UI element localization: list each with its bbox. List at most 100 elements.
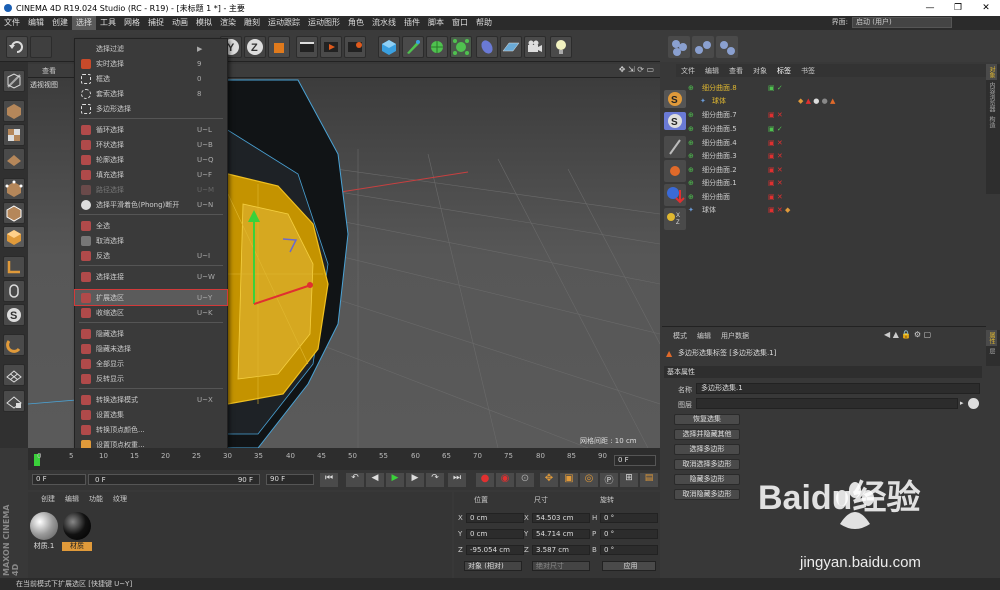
axis-mode-icon[interactable] — [3, 256, 25, 278]
select-polygons-button[interactable]: 选择多边形 — [674, 444, 740, 455]
attrtab-mode[interactable]: 模式 — [668, 331, 692, 341]
object-row[interactable]: ✦ 球体 ◆ ▲ ● ● ▲ — [700, 94, 990, 107]
prev-key-icon[interactable]: ↶ — [346, 473, 364, 487]
knife-icon[interactable] — [664, 136, 686, 158]
menu-item-invert-selection[interactable]: 反选 U~I — [75, 248, 227, 263]
sphere-group-icon[interactable] — [692, 36, 714, 58]
side-tab-objects[interactable]: 对象 — [986, 64, 997, 80]
edges-mode-icon[interactable] — [3, 202, 25, 224]
menu-mograph[interactable]: 运动图形 — [304, 16, 344, 30]
size-y-field[interactable]: 54.714 cm — [532, 529, 590, 539]
menu-motion-tracking[interactable]: 运动跟踪 — [264, 16, 304, 30]
record-keys-icon[interactable]: ● — [476, 473, 494, 487]
render-picture-viewer-button[interactable] — [320, 36, 342, 58]
menu-item-phong-break-selection[interactable]: 选择平滑着色(Phong)断开 U~N — [75, 197, 227, 212]
magnet-icon[interactable] — [3, 334, 25, 356]
rot-h-field[interactable]: 0 ° — [600, 513, 658, 523]
menu-render[interactable]: 渲染 — [216, 16, 240, 30]
menu-script[interactable]: 脚本 — [424, 16, 448, 30]
object-row[interactable]: ⊕ 细分曲面 ▣ ✕ — [688, 190, 978, 203]
side-tab-layers[interactable]: 层 — [986, 346, 997, 356]
menu-pipeline[interactable]: 流水线 — [368, 16, 400, 30]
menu-item-ring-selection[interactable]: 环状选择 U~B — [75, 137, 227, 152]
layer-field[interactable] — [696, 398, 958, 409]
mattab-edit[interactable]: 编辑 — [60, 494, 84, 504]
menu-item-convert-selection[interactable]: 转换选择模式 U~X — [75, 392, 227, 407]
light-object-button[interactable] — [550, 36, 572, 58]
object-row[interactable]: ⊕ 细分曲面.7 ▣ ✕ — [688, 108, 978, 121]
name-field[interactable]: 多边形选集.1 — [696, 383, 980, 394]
next-frame-icon[interactable]: ▶ — [406, 473, 424, 487]
mattab-texture[interactable]: 纹理 — [108, 494, 132, 504]
menu-snap[interactable]: 捕捉 — [144, 16, 168, 30]
scale-key-icon[interactable]: ▣ — [560, 473, 578, 487]
menu-plugins[interactable]: 插件 — [400, 16, 424, 30]
object-row[interactable]: ✦ 球体 ▣ ✕ ◆ — [688, 203, 978, 216]
menu-item-path-selection[interactable]: 路径选择 U~M — [75, 182, 227, 197]
menu-item-grow-selection[interactable]: 扩展选区 U~Y — [74, 289, 228, 306]
menu-select[interactable]: 选择 — [72, 16, 96, 30]
menu-tools[interactable]: 工具 — [96, 16, 120, 30]
pos-z-field[interactable]: -95.054 cm — [466, 545, 524, 555]
menu-item-select-all[interactable]: 全选 — [75, 218, 227, 233]
subdivision-surface-button[interactable] — [426, 36, 448, 58]
objtab-file[interactable]: 文件 — [676, 66, 700, 76]
workplane-mode-icon[interactable] — [3, 148, 25, 170]
rot-b-field[interactable]: 0 ° — [600, 545, 658, 555]
undo-button[interactable] — [6, 36, 28, 58]
render-settings-button[interactable] — [344, 36, 366, 58]
timeline-window-icon[interactable]: ▤ — [640, 473, 658, 487]
redo-button[interactable] — [30, 36, 52, 58]
points-mode-icon[interactable] — [3, 178, 25, 200]
xyz-axis-icon[interactable]: XZ — [664, 208, 686, 230]
objtab-view[interactable]: 查看 — [724, 66, 748, 76]
sphere-spline-icon[interactable] — [716, 36, 738, 58]
menu-item-loop-selection[interactable]: 循环选择 U~L — [75, 122, 227, 137]
pos-y-field[interactable]: 0 cm — [466, 529, 524, 539]
floor-object-button[interactable] — [500, 36, 522, 58]
make-editable-icon[interactable] — [3, 70, 25, 92]
restore-selection-button[interactable]: 恢复选集 — [674, 414, 740, 425]
side-tab-structure[interactable]: 构造 — [986, 114, 997, 130]
start-frame-field[interactable]: 0 F — [32, 474, 86, 485]
object-row[interactable]: ⊕ 细分曲面.2 ▣ ✕ — [688, 163, 978, 176]
size-mode-select[interactable]: 绝对尺寸 — [532, 561, 590, 571]
menu-animate[interactable]: 动画 — [168, 16, 192, 30]
menu-item-live-selection[interactable]: 实时选择 9 — [75, 56, 227, 71]
menu-item-deselect-all[interactable]: 取消选择 — [75, 233, 227, 248]
object-row[interactable]: ⊕ 细分曲面.4 ▣ ✕ — [688, 136, 978, 149]
menu-edit[interactable]: 编辑 — [24, 16, 48, 30]
coordinate-system-button[interactable] — [268, 36, 290, 58]
attrtab-edit[interactable]: 编辑 — [692, 331, 716, 341]
maximize-icon[interactable]: ❐ — [944, 0, 972, 16]
material-swatch[interactable] — [30, 512, 58, 540]
menu-mesh[interactable]: 网格 — [120, 16, 144, 30]
attr-nav-icons[interactable]: ◀ ▲ 🔒 ⚙ ▢ — [884, 330, 931, 339]
layer-picker-icon[interactable] — [968, 398, 979, 409]
model-mode-icon[interactable] — [3, 100, 25, 122]
rotate-key-icon[interactable]: ◎ — [580, 473, 598, 487]
keyframe-selection-icon[interactable]: ⊙ — [516, 473, 534, 487]
object-row[interactable]: ⊕ 细分曲面.8 ▣ ✓ — [688, 81, 978, 94]
mattab-create[interactable]: 创建 — [36, 494, 60, 504]
material-label[interactable]: 材质.1 — [29, 542, 59, 551]
hide-polygons-button[interactable]: 隐藏多边形 — [674, 474, 740, 485]
tweak-mode-icon[interactable] — [3, 280, 25, 302]
close-icon[interactable]: ✕ — [972, 0, 1000, 16]
material-swatch[interactable] — [63, 512, 91, 540]
pos-x-field[interactable]: 0 cm — [466, 513, 524, 523]
layout-select[interactable]: 启动 (用户) — [852, 17, 952, 28]
texture-mode-icon[interactable] — [3, 124, 25, 146]
menu-character[interactable]: 角色 — [344, 16, 368, 30]
sphere-arrow-icon[interactable] — [664, 184, 686, 206]
next-key-icon[interactable]: ↷ — [426, 473, 444, 487]
apply-button[interactable]: 应用 — [602, 561, 656, 571]
menu-item-set-selection[interactable]: 设置选集 — [75, 407, 227, 422]
attrtab-userdata[interactable]: 用户数据 — [716, 331, 754, 341]
minimize-icon[interactable]: — — [916, 0, 944, 16]
menu-help[interactable]: 帮助 — [472, 16, 496, 30]
go-to-end-icon[interactable]: ⏭ — [448, 473, 466, 487]
play-icon[interactable]: ▶ — [386, 473, 404, 487]
deselect-polygons-button[interactable]: 取消选择多边形 — [674, 459, 740, 470]
param-key-icon[interactable]: Ⓟ — [600, 473, 618, 487]
